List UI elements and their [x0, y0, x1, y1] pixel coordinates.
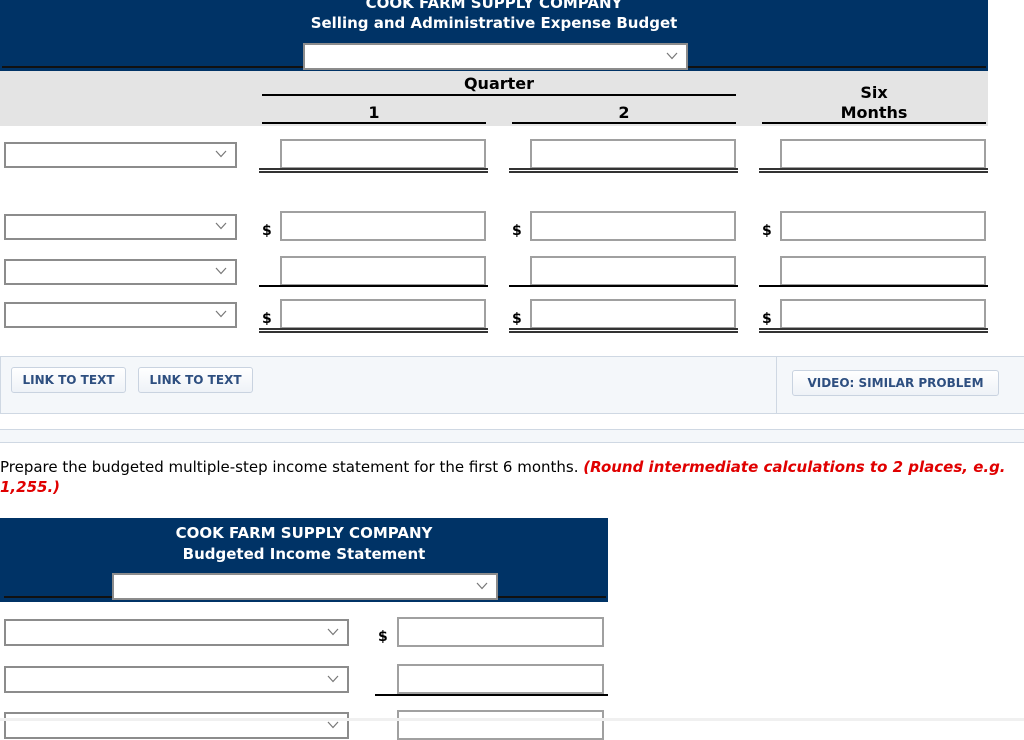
- budget2-company-name: COOK FARM SUPPLY COMPANY: [175, 524, 433, 542]
- section-separator: [0, 429, 1024, 443]
- single-underline: [259, 285, 488, 287]
- single-underline: [509, 285, 738, 287]
- budget2-header-rule-right: [496, 596, 606, 598]
- double-underline: [759, 328, 988, 333]
- amount-input-q2[interactable]: [530, 299, 736, 329]
- amount-input-q2[interactable]: [530, 139, 736, 169]
- double-underline: [509, 168, 738, 173]
- link-bar-divider: [776, 357, 777, 414]
- row-label-select[interactable]: [4, 619, 349, 646]
- q2-header-rule: [512, 122, 736, 124]
- budget2-period-select[interactable]: [112, 573, 498, 600]
- amount-input[interactable]: [397, 617, 604, 647]
- budget1-period-select[interactable]: [303, 43, 688, 70]
- instruction-text: Prepare the budgeted multiple-step incom…: [0, 457, 1024, 497]
- quarter-group-label: Quarter: [463, 74, 535, 93]
- currency-symbol: $: [512, 223, 522, 239]
- currency-symbol: $: [762, 311, 772, 327]
- chevron-down-icon: [215, 310, 227, 318]
- amount-input-q1[interactable]: [280, 211, 486, 241]
- row-label-select[interactable]: [4, 214, 237, 240]
- row-label-select[interactable]: [4, 142, 237, 168]
- column-header-q2: 2: [618, 103, 630, 122]
- chevron-down-icon: [476, 582, 488, 589]
- link-to-text-button-1[interactable]: LINK TO TEXT: [11, 367, 126, 393]
- header-rule-left: [2, 66, 304, 68]
- column-header-q1: 1: [368, 103, 380, 122]
- budget2-header-rule-left: [4, 596, 114, 598]
- amount-input-six-months[interactable]: [780, 211, 986, 241]
- six-months-header-rule: [762, 122, 986, 124]
- amount-input-six-months[interactable]: [780, 256, 986, 286]
- amount-input-q1[interactable]: [280, 139, 486, 169]
- amount-input[interactable]: [397, 664, 604, 694]
- row-label-select[interactable]: [4, 712, 349, 739]
- double-underline: [259, 168, 488, 173]
- amount-input-q1[interactable]: [280, 256, 486, 286]
- chevron-down-icon: [215, 150, 227, 158]
- amount-input-six-months[interactable]: [780, 299, 986, 329]
- currency-symbol: $: [262, 223, 272, 239]
- column-header-six-line2: Months: [840, 103, 908, 122]
- amount-input-q2[interactable]: [530, 256, 736, 286]
- column-header-six-line1: Six: [860, 83, 888, 102]
- amount-input-q2[interactable]: [530, 211, 736, 241]
- chevron-down-icon: [327, 675, 339, 682]
- budget1-company-name: COOK FARM SUPPLY COMPANY: [365, 0, 623, 12]
- single-underline: [375, 694, 608, 696]
- chevron-down-icon: [666, 52, 678, 59]
- link-to-text-button-2[interactable]: LINK TO TEXT: [138, 367, 253, 393]
- budget1-title: Selling and Administrative Expense Budge…: [310, 14, 678, 32]
- single-underline: [759, 285, 988, 287]
- video-similar-problem-button[interactable]: VIDEO: SIMILAR PROBLEM: [792, 370, 999, 396]
- double-underline: [509, 328, 738, 333]
- chevron-down-icon: [327, 628, 339, 635]
- amount-input-q1[interactable]: [280, 299, 486, 329]
- header-rule-right: [686, 66, 986, 68]
- double-underline: [259, 328, 488, 333]
- row-label-select[interactable]: [4, 302, 237, 328]
- instruction-main: Prepare the budgeted multiple-step incom…: [0, 458, 579, 476]
- currency-symbol: $: [512, 311, 522, 327]
- column-header-band: Quarter 1 2 Six Months: [0, 71, 988, 126]
- quarter-group-rule: [262, 94, 736, 96]
- amount-input[interactable]: [397, 710, 604, 740]
- row-label-select[interactable]: [4, 259, 237, 285]
- currency-symbol: $: [378, 629, 388, 645]
- row-label-select[interactable]: [4, 666, 349, 693]
- double-underline: [759, 168, 988, 173]
- chevron-down-icon: [215, 267, 227, 275]
- currency-symbol: $: [762, 223, 772, 239]
- chevron-down-icon: [327, 721, 339, 728]
- chevron-down-icon: [215, 222, 227, 230]
- amount-input-six-months[interactable]: [780, 139, 986, 169]
- currency-symbol: $: [262, 311, 272, 327]
- budget2-title: Budgeted Income Statement: [182, 545, 426, 563]
- q1-header-rule: [262, 122, 486, 124]
